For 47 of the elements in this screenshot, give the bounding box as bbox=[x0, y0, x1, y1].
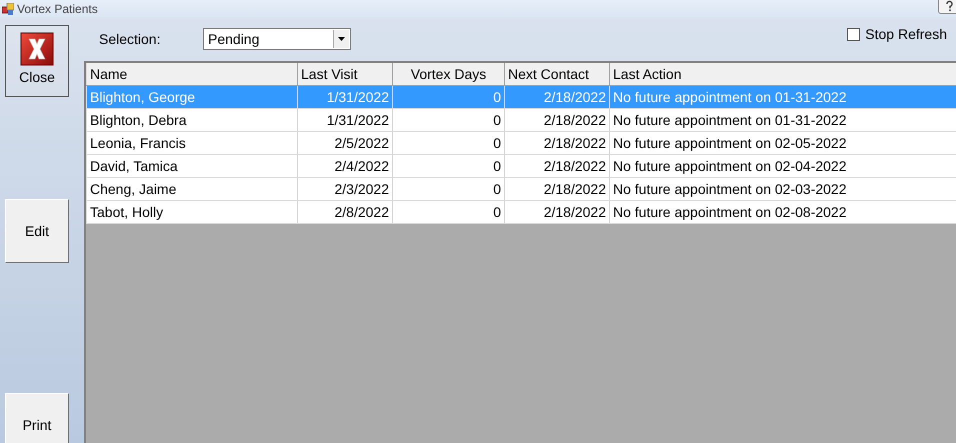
table-cell: 2/8/2022 bbox=[298, 200, 392, 224]
table-cell: 1/31/2022 bbox=[298, 108, 392, 132]
table-cell: 0 bbox=[392, 178, 504, 200]
table-cell: 2/18/2022 bbox=[504, 154, 610, 178]
table-cell: No future appointment on 02-05-2022 bbox=[610, 132, 956, 154]
table-cell: Blighton, Debra bbox=[86, 108, 298, 132]
table-cell: 2/18/2022 bbox=[504, 178, 610, 200]
stop-refresh-checkbox[interactable] bbox=[847, 28, 860, 40]
column-header[interactable]: Last Visit bbox=[298, 63, 392, 86]
app-icon bbox=[2, 2, 14, 14]
close-icon bbox=[20, 32, 54, 66]
selection-dropdown[interactable]: Pending bbox=[203, 28, 351, 50]
edit-button[interactable]: Edit bbox=[5, 199, 69, 263]
table-cell: 2/18/2022 bbox=[504, 86, 610, 108]
column-header[interactable]: Last Action bbox=[610, 63, 956, 86]
table-cell: Blighton, George bbox=[86, 86, 298, 108]
dropdown-arrow-icon bbox=[338, 37, 345, 41]
table-cell: No future appointment on 02-04-2022 bbox=[610, 154, 956, 178]
table-cell: 0 bbox=[392, 86, 504, 108]
table-cell: 2/18/2022 bbox=[504, 108, 610, 132]
close-button[interactable]: Close bbox=[5, 25, 69, 97]
table-cell: 2/5/2022 bbox=[298, 132, 392, 154]
table-cell: 0 bbox=[392, 132, 504, 154]
column-header[interactable]: Name bbox=[86, 63, 298, 86]
table-cell: No future appointment on 02-03-2022 bbox=[610, 178, 956, 200]
help-icon[interactable] bbox=[938, 0, 956, 14]
table-cell: 2/18/2022 bbox=[504, 132, 610, 154]
table-cell: 0 bbox=[392, 154, 504, 178]
table-cell: No future appointment on 01-31-2022 bbox=[610, 108, 956, 132]
stop-refresh-label: Stop Refresh bbox=[865, 26, 947, 42]
table-cell: 2/18/2022 bbox=[504, 200, 610, 224]
table-cell: 2/3/2022 bbox=[298, 178, 392, 200]
table-cell: 0 bbox=[392, 108, 504, 132]
table-cell: Leonia, Francis bbox=[86, 132, 298, 154]
table-cell: No future appointment on 01-31-2022 bbox=[610, 86, 956, 108]
table-cell: No future appointment on 02-08-2022 bbox=[610, 200, 956, 224]
table-cell: Tabot, Holly bbox=[86, 200, 298, 224]
table-cell: David, Tamica bbox=[86, 154, 298, 178]
table-cell: Cheng, Jaime bbox=[86, 178, 298, 200]
table-cell: 1/31/2022 bbox=[298, 86, 392, 108]
window-title: Vortex Patients bbox=[17, 2, 98, 16]
table-cell: 0 bbox=[392, 200, 504, 224]
column-header[interactable]: Next Contact bbox=[504, 63, 610, 86]
table-cell: 2/4/2022 bbox=[298, 154, 392, 178]
column-header[interactable]: Vortex Days bbox=[392, 63, 504, 86]
print-button[interactable]: Print bbox=[5, 393, 69, 443]
selection-label: Selection: bbox=[99, 31, 162, 47]
